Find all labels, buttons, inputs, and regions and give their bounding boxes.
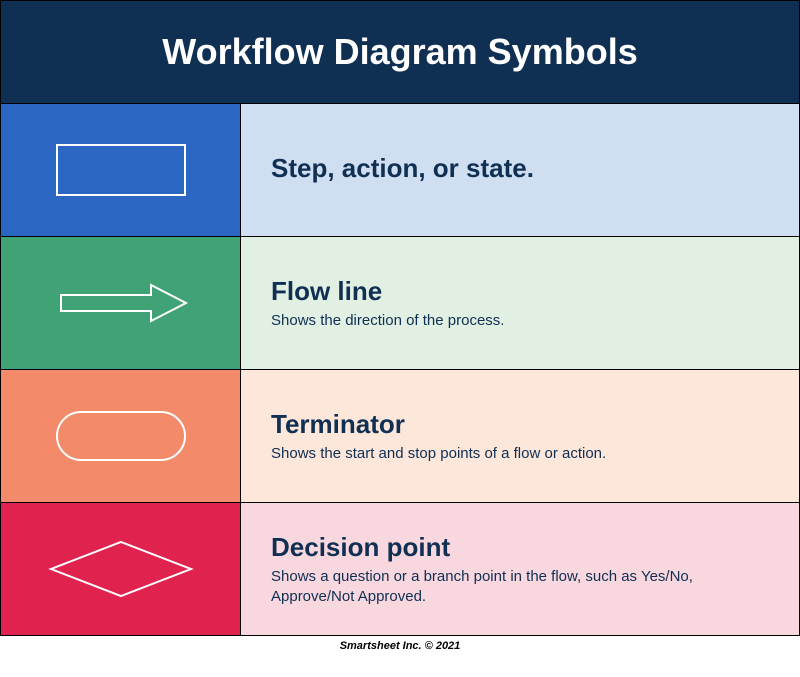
symbol-row-flow: Flow line Shows the direction of the pro… xyxy=(1,236,799,369)
pill-icon xyxy=(56,411,186,461)
symbol-decision xyxy=(1,503,241,635)
desc-decision: Decision point Shows a question or a bra… xyxy=(241,503,799,635)
arrow-icon xyxy=(46,273,196,333)
terminator-title: Terminator xyxy=(271,409,769,440)
diagram-container: Workflow Diagram Symbols Step, action, o… xyxy=(0,0,800,636)
desc-flow: Flow line Shows the direction of the pro… xyxy=(241,237,799,369)
desc-step: Step, action, or state. xyxy=(241,104,799,236)
diagram-title: Workflow Diagram Symbols xyxy=(1,1,799,103)
symbol-row-step: Step, action, or state. xyxy=(1,103,799,236)
diamond-icon xyxy=(41,534,201,604)
symbol-flow xyxy=(1,237,241,369)
symbol-step xyxy=(1,104,241,236)
decision-sub: Shows a question or a branch point in th… xyxy=(271,567,769,606)
symbol-row-decision: Decision point Shows a question or a bra… xyxy=(1,502,799,635)
flow-sub: Shows the direction of the process. xyxy=(271,311,769,331)
desc-terminator: Terminator Shows the start and stop poin… xyxy=(241,370,799,502)
flow-title: Flow line xyxy=(271,276,769,307)
decision-title: Decision point xyxy=(271,532,769,563)
symbol-terminator xyxy=(1,370,241,502)
rectangle-icon xyxy=(56,144,186,196)
symbol-row-terminator: Terminator Shows the start and stop poin… xyxy=(1,369,799,502)
copyright-footer: Smartsheet Inc. © 2021 xyxy=(0,636,800,656)
terminator-sub: Shows the start and stop points of a flo… xyxy=(271,444,769,464)
step-title: Step, action, or state. xyxy=(271,153,769,184)
